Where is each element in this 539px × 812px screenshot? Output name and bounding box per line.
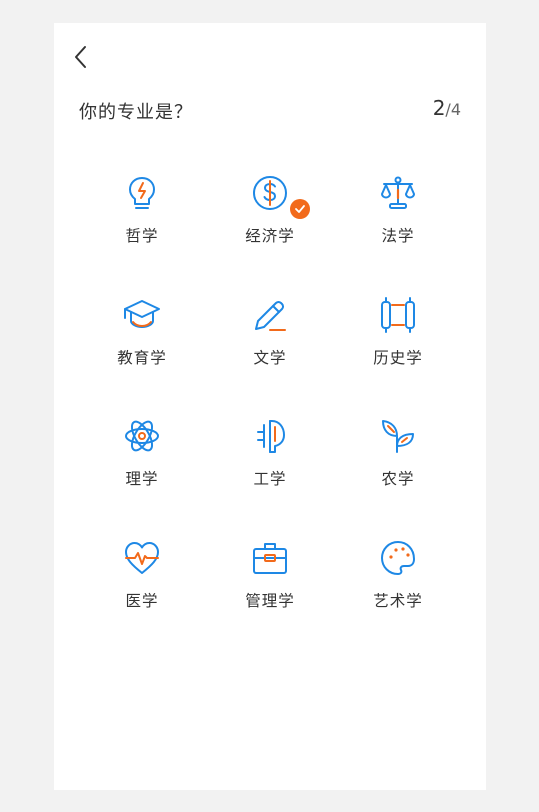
chevron-left-icon xyxy=(75,46,86,68)
major-option-literature[interactable]: 文学 xyxy=(206,295,334,417)
major-option-agriculture[interactable]: 农学 xyxy=(334,416,462,538)
major-label: 历史学 xyxy=(373,348,423,367)
major-option-engineering[interactable]: 工学 xyxy=(206,416,334,538)
dollar-coin-icon xyxy=(250,173,290,213)
palette-icon xyxy=(378,538,418,578)
major-label: 艺术学 xyxy=(373,591,423,610)
major-label: 文学 xyxy=(253,348,287,367)
back-button[interactable] xyxy=(68,43,94,71)
scroll-icon xyxy=(378,295,418,335)
major-label: 哲学 xyxy=(125,227,159,245)
heartbeat-icon xyxy=(122,538,162,578)
major-label: 经济学 xyxy=(245,227,295,245)
step-indicator: 2/4 xyxy=(433,96,461,120)
step-total: /4 xyxy=(445,100,461,119)
sprout-icon xyxy=(378,416,418,456)
major-option-medicine[interactable]: 医学 xyxy=(78,538,206,660)
step-current: 2 xyxy=(432,96,446,120)
major-label: 管理学 xyxy=(245,591,295,610)
major-option-art[interactable]: 艺术学 xyxy=(334,538,462,660)
question-title: 你的专业是？ xyxy=(79,102,193,123)
major-label: 工学 xyxy=(253,470,287,488)
major-label: 农学 xyxy=(381,470,415,488)
major-option-history[interactable]: 历史学 xyxy=(334,295,462,417)
engineering-icon xyxy=(250,416,290,456)
briefcase-icon xyxy=(250,538,290,578)
major-option-philosophy[interactable]: 哲学 xyxy=(78,173,206,295)
major-grid: 哲学 经济学 法学 教育学 文学 历史学 理学 工学 农学 医学 管理学 艺术学 xyxy=(78,173,462,659)
major-option-education[interactable]: 教育学 xyxy=(78,295,206,417)
major-label: 教育学 xyxy=(117,348,167,367)
major-label: 医学 xyxy=(125,591,159,610)
major-option-law[interactable]: 法学 xyxy=(334,173,462,295)
pencil-icon xyxy=(250,295,290,335)
graduation-cap-icon xyxy=(122,295,162,335)
scales-icon xyxy=(378,173,418,213)
major-label: 法学 xyxy=(381,227,415,245)
lightbulb-icon xyxy=(122,173,162,213)
major-label: 理学 xyxy=(125,470,159,488)
major-selection-card: 你的专业是？ 2/4 哲学 经济学 法学 教育学 文学 历史学 理学 工学 农学… xyxy=(54,23,486,790)
major-option-management[interactable]: 管理学 xyxy=(206,538,334,660)
major-option-science[interactable]: 理学 xyxy=(78,416,206,538)
atom-icon xyxy=(122,416,162,456)
selected-check-icon xyxy=(290,199,310,219)
major-option-economics[interactable]: 经济学 xyxy=(206,173,334,295)
